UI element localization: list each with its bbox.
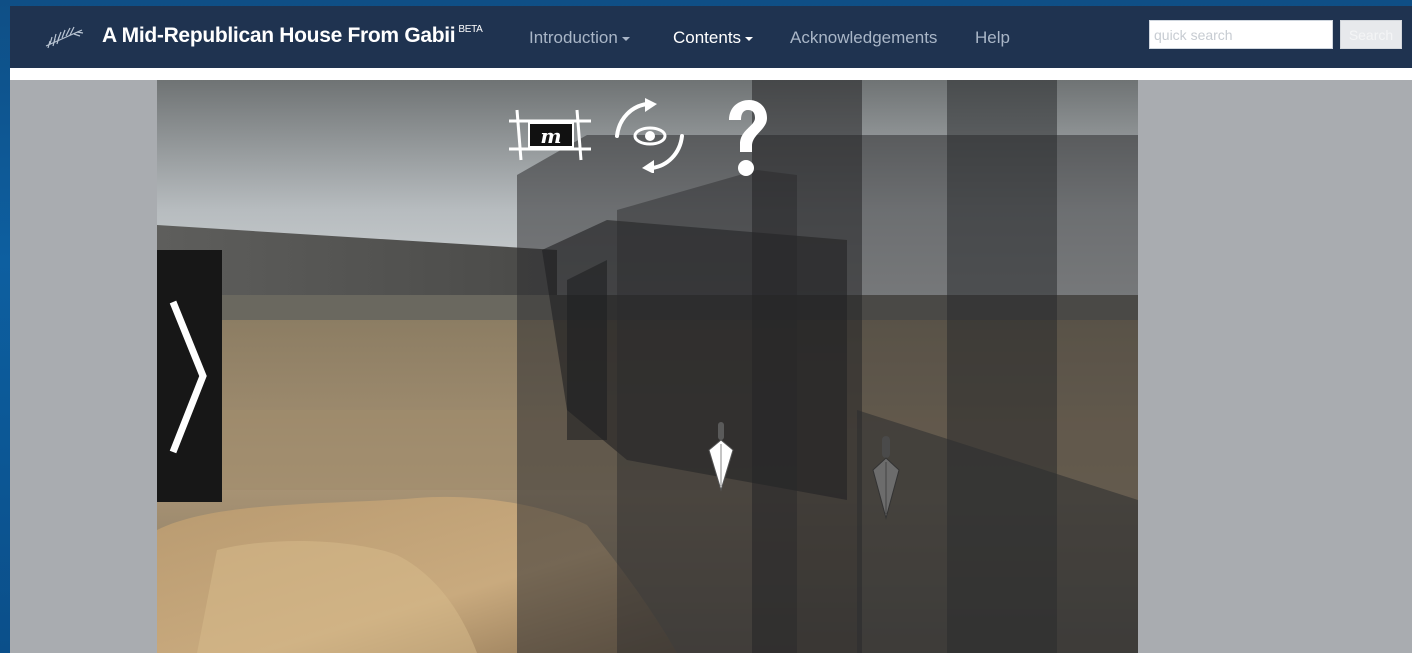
caret-down-icon xyxy=(621,36,630,41)
trowel-marker-icon[interactable] xyxy=(871,434,901,520)
nav-acknowledgements[interactable]: Acknowledgements xyxy=(790,28,937,48)
nav-introduction[interactable]: Introduction xyxy=(529,28,630,48)
3d-viewer[interactable]: m xyxy=(157,80,1138,653)
caret-down-icon xyxy=(745,36,754,41)
quick-search-input[interactable] xyxy=(1149,20,1333,49)
nav-help-label[interactable]: Help xyxy=(975,28,1010,47)
nav-contents[interactable]: Contents xyxy=(673,28,754,48)
help-question-icon[interactable] xyxy=(722,98,772,180)
nav-help[interactable]: Help xyxy=(975,28,1010,48)
site-title-text[interactable]: A Mid-Republican House From Gabii xyxy=(102,24,456,47)
svg-text:m: m xyxy=(540,124,561,148)
chevron-right-icon[interactable] xyxy=(169,300,209,455)
nav-introduction-label[interactable]: Introduction xyxy=(529,28,618,47)
site-title[interactable]: A Mid-Republican House From Gabii BETA xyxy=(102,24,483,48)
trowel-marker-icon[interactable] xyxy=(707,420,735,492)
navbar-spacer xyxy=(10,68,1412,80)
nav-acknowledgements-label[interactable]: Acknowledgements xyxy=(790,28,937,47)
top-navbar: A Mid-Republican House From Gabii BETA In… xyxy=(10,6,1412,69)
site-logo-icon[interactable] xyxy=(44,24,86,50)
side-panel-toggle[interactable] xyxy=(157,250,222,502)
beta-badge: BETA xyxy=(458,24,483,35)
nav-contents-label[interactable]: Contents xyxy=(673,28,741,47)
rotate-view-icon[interactable] xyxy=(607,98,692,173)
search-button[interactable]: Search xyxy=(1340,20,1402,49)
map-icon[interactable]: m xyxy=(507,105,595,165)
